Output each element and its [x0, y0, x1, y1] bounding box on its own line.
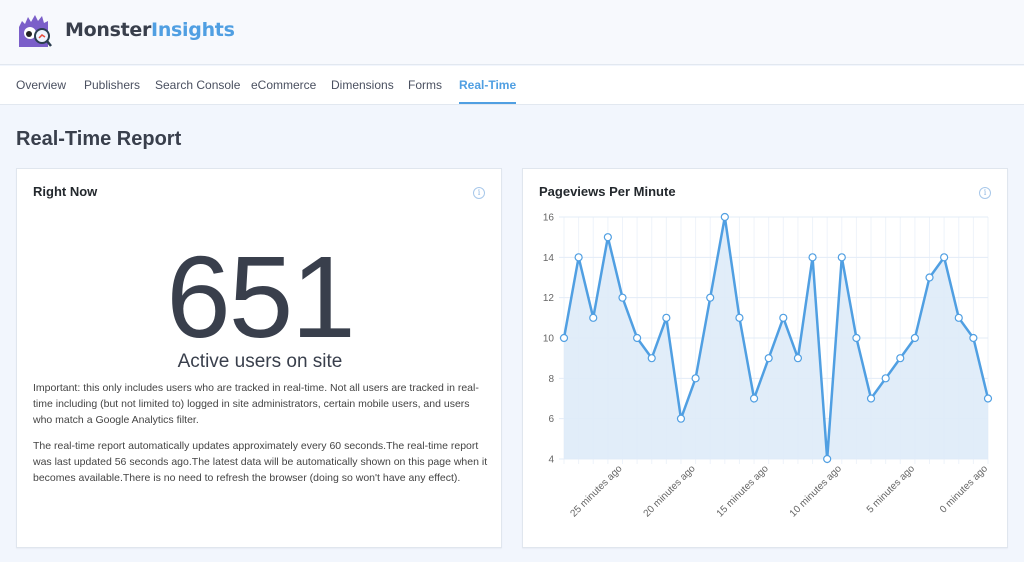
data-point [691, 374, 700, 383]
data-point [589, 313, 598, 322]
data-point [969, 333, 978, 343]
data-point [647, 354, 656, 363]
data-point [720, 212, 729, 222]
active-users-count: 651 [166, 232, 356, 362]
active-users-label: Active users on site [177, 351, 343, 372]
info-icon[interactable]: i [473, 187, 485, 199]
tab-publishers[interactable]: Publishers [84, 78, 140, 92]
y-tick-label: 10 [543, 334, 555, 345]
x-tick-label: 5 minutes ago [865, 463, 918, 516]
data-point [749, 394, 759, 403]
x-tick-label: 15 minutes ago [715, 463, 771, 519]
data-point [574, 253, 583, 262]
tab-forms[interactable]: Forms [408, 78, 442, 92]
tab-search-console[interactable]: Search Console [155, 78, 240, 92]
update-note: The real-time report automatically updat… [33, 440, 488, 484]
data-point [662, 313, 671, 322]
right-now-title: Right Now [33, 184, 98, 199]
data-point [779, 313, 788, 322]
pageviews-chart: 4 6 8 10 12 14 16 25 minutes ago 20 minutes ago 1… [543, 212, 993, 519]
x-tick-label: 25 minutes ago [568, 463, 624, 519]
data-point [852, 333, 861, 343]
data-point [618, 293, 627, 302]
y-tick-label: 6 [548, 414, 554, 425]
y-tick-label: 14 [543, 253, 555, 264]
x-tick-label: 10 minutes ago [788, 463, 844, 519]
y-tick-label: 12 [543, 293, 555, 304]
data-point [706, 293, 715, 302]
data-point [793, 354, 803, 363]
data-point [808, 253, 817, 262]
data-point [866, 394, 876, 403]
report-tabs: Overview Publishers Search Console eComm… [0, 66, 1024, 105]
data-point [910, 333, 919, 343]
x-tick-label: 20 minutes ago [642, 463, 698, 519]
tab-dimensions[interactable]: Dimensions [331, 78, 394, 92]
monster-mascot-icon [19, 15, 52, 47]
page-title: Real-Time Report [16, 128, 182, 150]
data-point [764, 354, 773, 363]
y-tick-label: 16 [543, 213, 555, 224]
data-point [735, 313, 744, 322]
tab-ecommerce[interactable]: eCommerce [251, 78, 316, 92]
y-tick-label: 8 [548, 374, 554, 385]
data-point [559, 333, 569, 343]
pageviews-card: Pageviews Per Minute i 4 6 8 10 12 14 16 25 min… [522, 168, 1008, 548]
app-header: MonsterInsights [0, 0, 1024, 65]
tab-overview[interactable]: Overview [16, 78, 66, 92]
tracking-note: Important: this only includes users who … [33, 382, 479, 426]
data-point [881, 374, 890, 383]
brand-logo-text: MonsterInsights [65, 19, 235, 41]
data-point [823, 454, 832, 464]
right-now-card: Right Now i 651 Active users on site Imp… [16, 168, 502, 548]
y-tick-label: 4 [548, 455, 554, 466]
tab-real-time[interactable]: Real-Time [459, 78, 517, 104]
data-point [983, 394, 993, 403]
brand-name-part2: Insights [151, 19, 235, 41]
data-point [940, 253, 949, 262]
data-point [633, 333, 642, 343]
data-point [896, 354, 905, 363]
brand-name-part1: Monster [65, 19, 152, 41]
data-point [925, 273, 934, 282]
data-point [954, 313, 963, 322]
data-point [676, 414, 686, 423]
x-tick-label: 0 minutes ago [938, 463, 991, 516]
data-point [837, 253, 846, 262]
data-point [603, 233, 612, 242]
